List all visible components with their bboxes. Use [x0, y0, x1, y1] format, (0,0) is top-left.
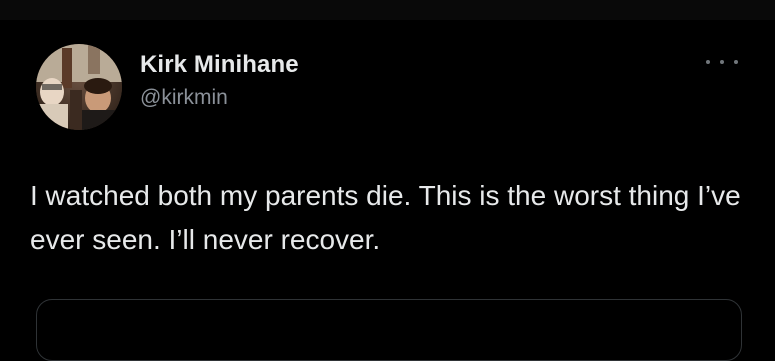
author-info: Kirk Minihane @kirkmin: [140, 50, 299, 112]
more-dot: [734, 60, 738, 64]
more-horizontal-icon[interactable]: [706, 54, 738, 70]
tweet: Kirk Minihane @kirkmin I watched both my…: [0, 0, 775, 361]
more-dot: [706, 60, 710, 64]
avatar[interactable]: [36, 44, 122, 130]
more-dot: [720, 60, 724, 64]
tweet-text: I watched both my parents die. This is t…: [30, 180, 741, 255]
author-handle[interactable]: @kirkmin: [140, 84, 299, 112]
embedded-card[interactable]: [36, 299, 742, 361]
avatar-photo: [36, 44, 122, 130]
author-display-name[interactable]: Kirk Minihane: [140, 50, 299, 80]
